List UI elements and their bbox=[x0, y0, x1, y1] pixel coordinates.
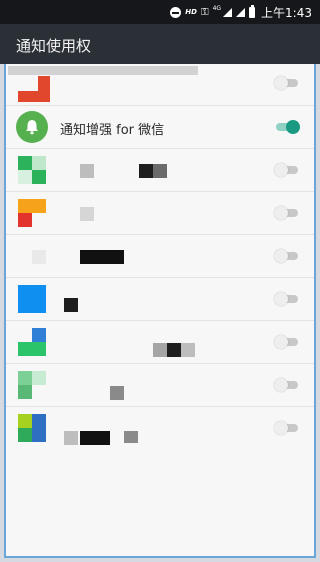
clock: 上午1:43 bbox=[261, 5, 312, 20]
toggle-switch[interactable] bbox=[274, 249, 300, 263]
toggle-switch[interactable] bbox=[274, 206, 300, 220]
toggle-switch[interactable] bbox=[274, 421, 300, 435]
toggle-switch-on[interactable] bbox=[274, 120, 300, 134]
signal-icon bbox=[223, 7, 233, 17]
list-item[interactable] bbox=[6, 321, 314, 364]
app-icon-green bbox=[18, 156, 48, 186]
app-icon-red bbox=[18, 76, 50, 102]
toggle-switch[interactable] bbox=[274, 335, 300, 349]
app-icon-multicolor bbox=[18, 414, 48, 444]
list-item[interactable] bbox=[6, 407, 314, 450]
toggle-switch[interactable] bbox=[274, 292, 300, 306]
hd-indicator: HD bbox=[185, 8, 197, 16]
list-item[interactable] bbox=[6, 149, 314, 192]
toggle-switch[interactable] bbox=[274, 76, 300, 90]
battery-icon bbox=[249, 4, 256, 18]
list-item[interactable]: 通知增强 for 微信 bbox=[6, 106, 314, 149]
app-bar: 通知使用权 bbox=[0, 24, 320, 64]
app-icon-white bbox=[18, 242, 48, 272]
list-item[interactable] bbox=[6, 235, 314, 278]
key-icon: ⚿ bbox=[200, 6, 209, 18]
list-item[interactable] bbox=[6, 278, 314, 321]
network-type-label: 4G bbox=[212, 4, 222, 12]
app-icon-orange bbox=[18, 199, 48, 229]
dnd-icon bbox=[170, 6, 182, 18]
status-icons: HD ⚿ 4G 上午1:43 bbox=[170, 4, 312, 20]
list-item[interactable] bbox=[6, 192, 314, 235]
notification-access-list: 通知增强 for 微信 bbox=[4, 64, 316, 558]
page-title: 通知使用权 bbox=[16, 37, 92, 55]
app-icon-blue bbox=[18, 285, 48, 315]
app-name: 通知增强 for 微信 bbox=[60, 123, 165, 138]
bell-icon bbox=[16, 111, 48, 143]
status-bar: HD ⚿ 4G 上午1:43 bbox=[0, 0, 320, 24]
signal-icon bbox=[236, 7, 246, 17]
toggle-switch[interactable] bbox=[274, 378, 300, 392]
toggle-switch[interactable] bbox=[274, 163, 300, 177]
list-item[interactable] bbox=[6, 364, 314, 407]
app-icon-green-blue bbox=[18, 328, 48, 358]
app-icon-pale-green bbox=[18, 371, 48, 401]
list-item[interactable] bbox=[6, 64, 314, 106]
